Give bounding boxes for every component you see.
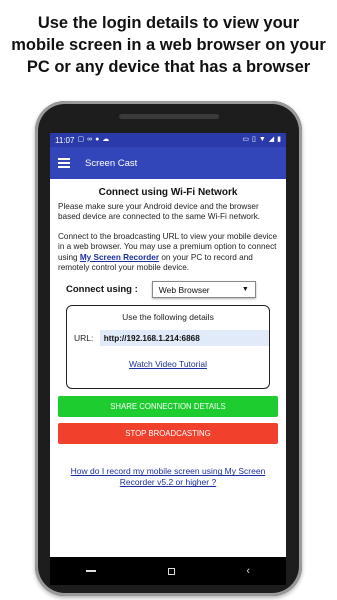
app-bar: Screen Cast (50, 147, 286, 179)
wifi-icon: ▼ (258, 136, 266, 143)
menu-icon[interactable] (58, 158, 70, 168)
promo-caption: Use the login details to view your mobil… (0, 12, 337, 78)
signal-icon: ◢ (268, 136, 275, 143)
connect-using-row: Connect using : Web Browser ▼ (58, 281, 278, 299)
url-label: URL: (74, 333, 94, 344)
phone-screen: 11:07 ▢ ∞ ● ☁ ▭ ▯ ▼ ◢ ▮ Screen Cast Conn… (50, 133, 286, 585)
nav-home-icon[interactable] (167, 567, 175, 575)
voicemail-icon: ∞ (87, 136, 93, 143)
watch-video-tutorial-link[interactable]: Watch Video Tutorial (67, 359, 269, 369)
phone-speaker (119, 114, 219, 119)
broadcast-instructions: Connect to the broadcasting URL to view … (58, 232, 278, 274)
dropdown-arrow-icon: ▼ (241, 286, 249, 294)
status-bar: 11:07 ▢ ∞ ● ☁ ▭ ▯ ▼ ◢ ▮ (50, 133, 286, 147)
url-row: URL: http://192.168.1.214:6868 (67, 330, 269, 347)
caption-line-1: Use the login details to view your (37, 14, 300, 32)
cloud-icon: ☁ (102, 136, 110, 143)
url-value[interactable]: http://192.168.1.214:6868 (99, 330, 269, 347)
connect-using-label: Connect using : (66, 284, 138, 296)
share-connection-details-button[interactable]: SHARE CONNECTION DETAILS (58, 396, 278, 418)
caption-line-2: mobile screen in a web browser on your (11, 36, 326, 54)
connect-method-value: Web Browser (158, 284, 210, 295)
caption-line-3: PC or any device that has a browser (26, 58, 311, 76)
android-nav-bar: ‹ (50, 557, 286, 585)
help-link[interactable]: How do I record my mobile screen using M… (58, 466, 278, 488)
my-screen-recorder-link[interactable]: My Screen Recorder (80, 253, 159, 262)
network-instructions: Please make sure your Android device and… (58, 202, 261, 222)
nav-back-icon[interactable]: ‹ (246, 565, 250, 577)
vibrate-icon: ▯ (251, 136, 256, 143)
details-title: Use the following details (122, 312, 214, 323)
cast-icon: ▭ (242, 136, 249, 143)
messenger-icon: ● (95, 136, 100, 143)
nav-back-bar-icon[interactable] (85, 570, 96, 572)
page-heading: Connect using Wi-Fi Network (98, 187, 238, 198)
stop-broadcasting-button[interactable]: STOP BROADCASTING (58, 423, 278, 445)
connect-method-dropdown[interactable]: Web Browser ▼ (151, 281, 256, 299)
status-time: 11:07 (55, 135, 75, 145)
notification-icon: ▢ (77, 136, 85, 143)
main-content: Connect using Wi-Fi Network Please make … (50, 187, 286, 488)
app-title: Screen Cast (85, 157, 138, 169)
connection-details-box: Use the following details URL: http://19… (66, 305, 270, 390)
battery-icon: ▮ (277, 136, 281, 143)
